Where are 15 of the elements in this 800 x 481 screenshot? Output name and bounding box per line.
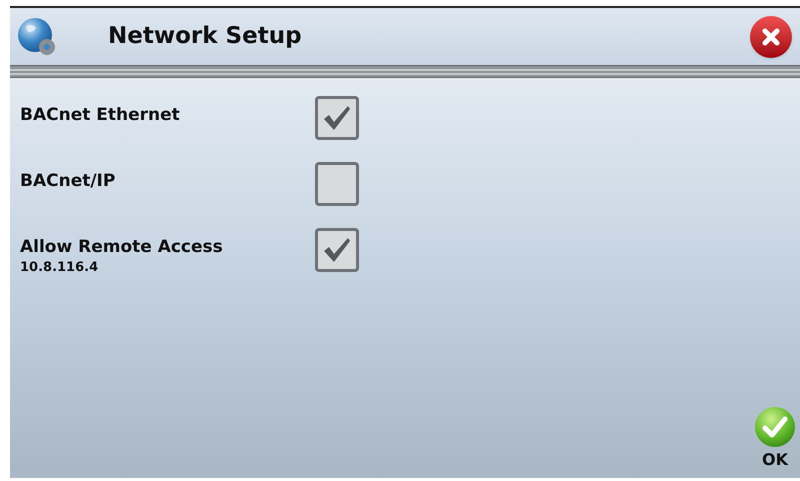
checkbox[interactable] [315,228,359,272]
ip-address: 10.8.116.4 [20,259,100,277]
window-title: Network Setup [108,22,302,52]
checkmark-icon [754,406,796,448]
option-label: Allow Remote Access [20,236,224,258]
globe-gear-icon [16,16,58,58]
checkbox[interactable] [315,162,359,206]
option-label: BACnet/IP [20,170,116,192]
checkmark-icon [322,104,352,132]
ok-button[interactable]: OK [754,406,796,472]
checkmark-icon [322,236,352,264]
option-label: BACnet Ethernet [20,104,181,126]
close-button[interactable] [750,16,792,58]
checkbox[interactable] [315,96,359,140]
close-icon [761,26,781,46]
